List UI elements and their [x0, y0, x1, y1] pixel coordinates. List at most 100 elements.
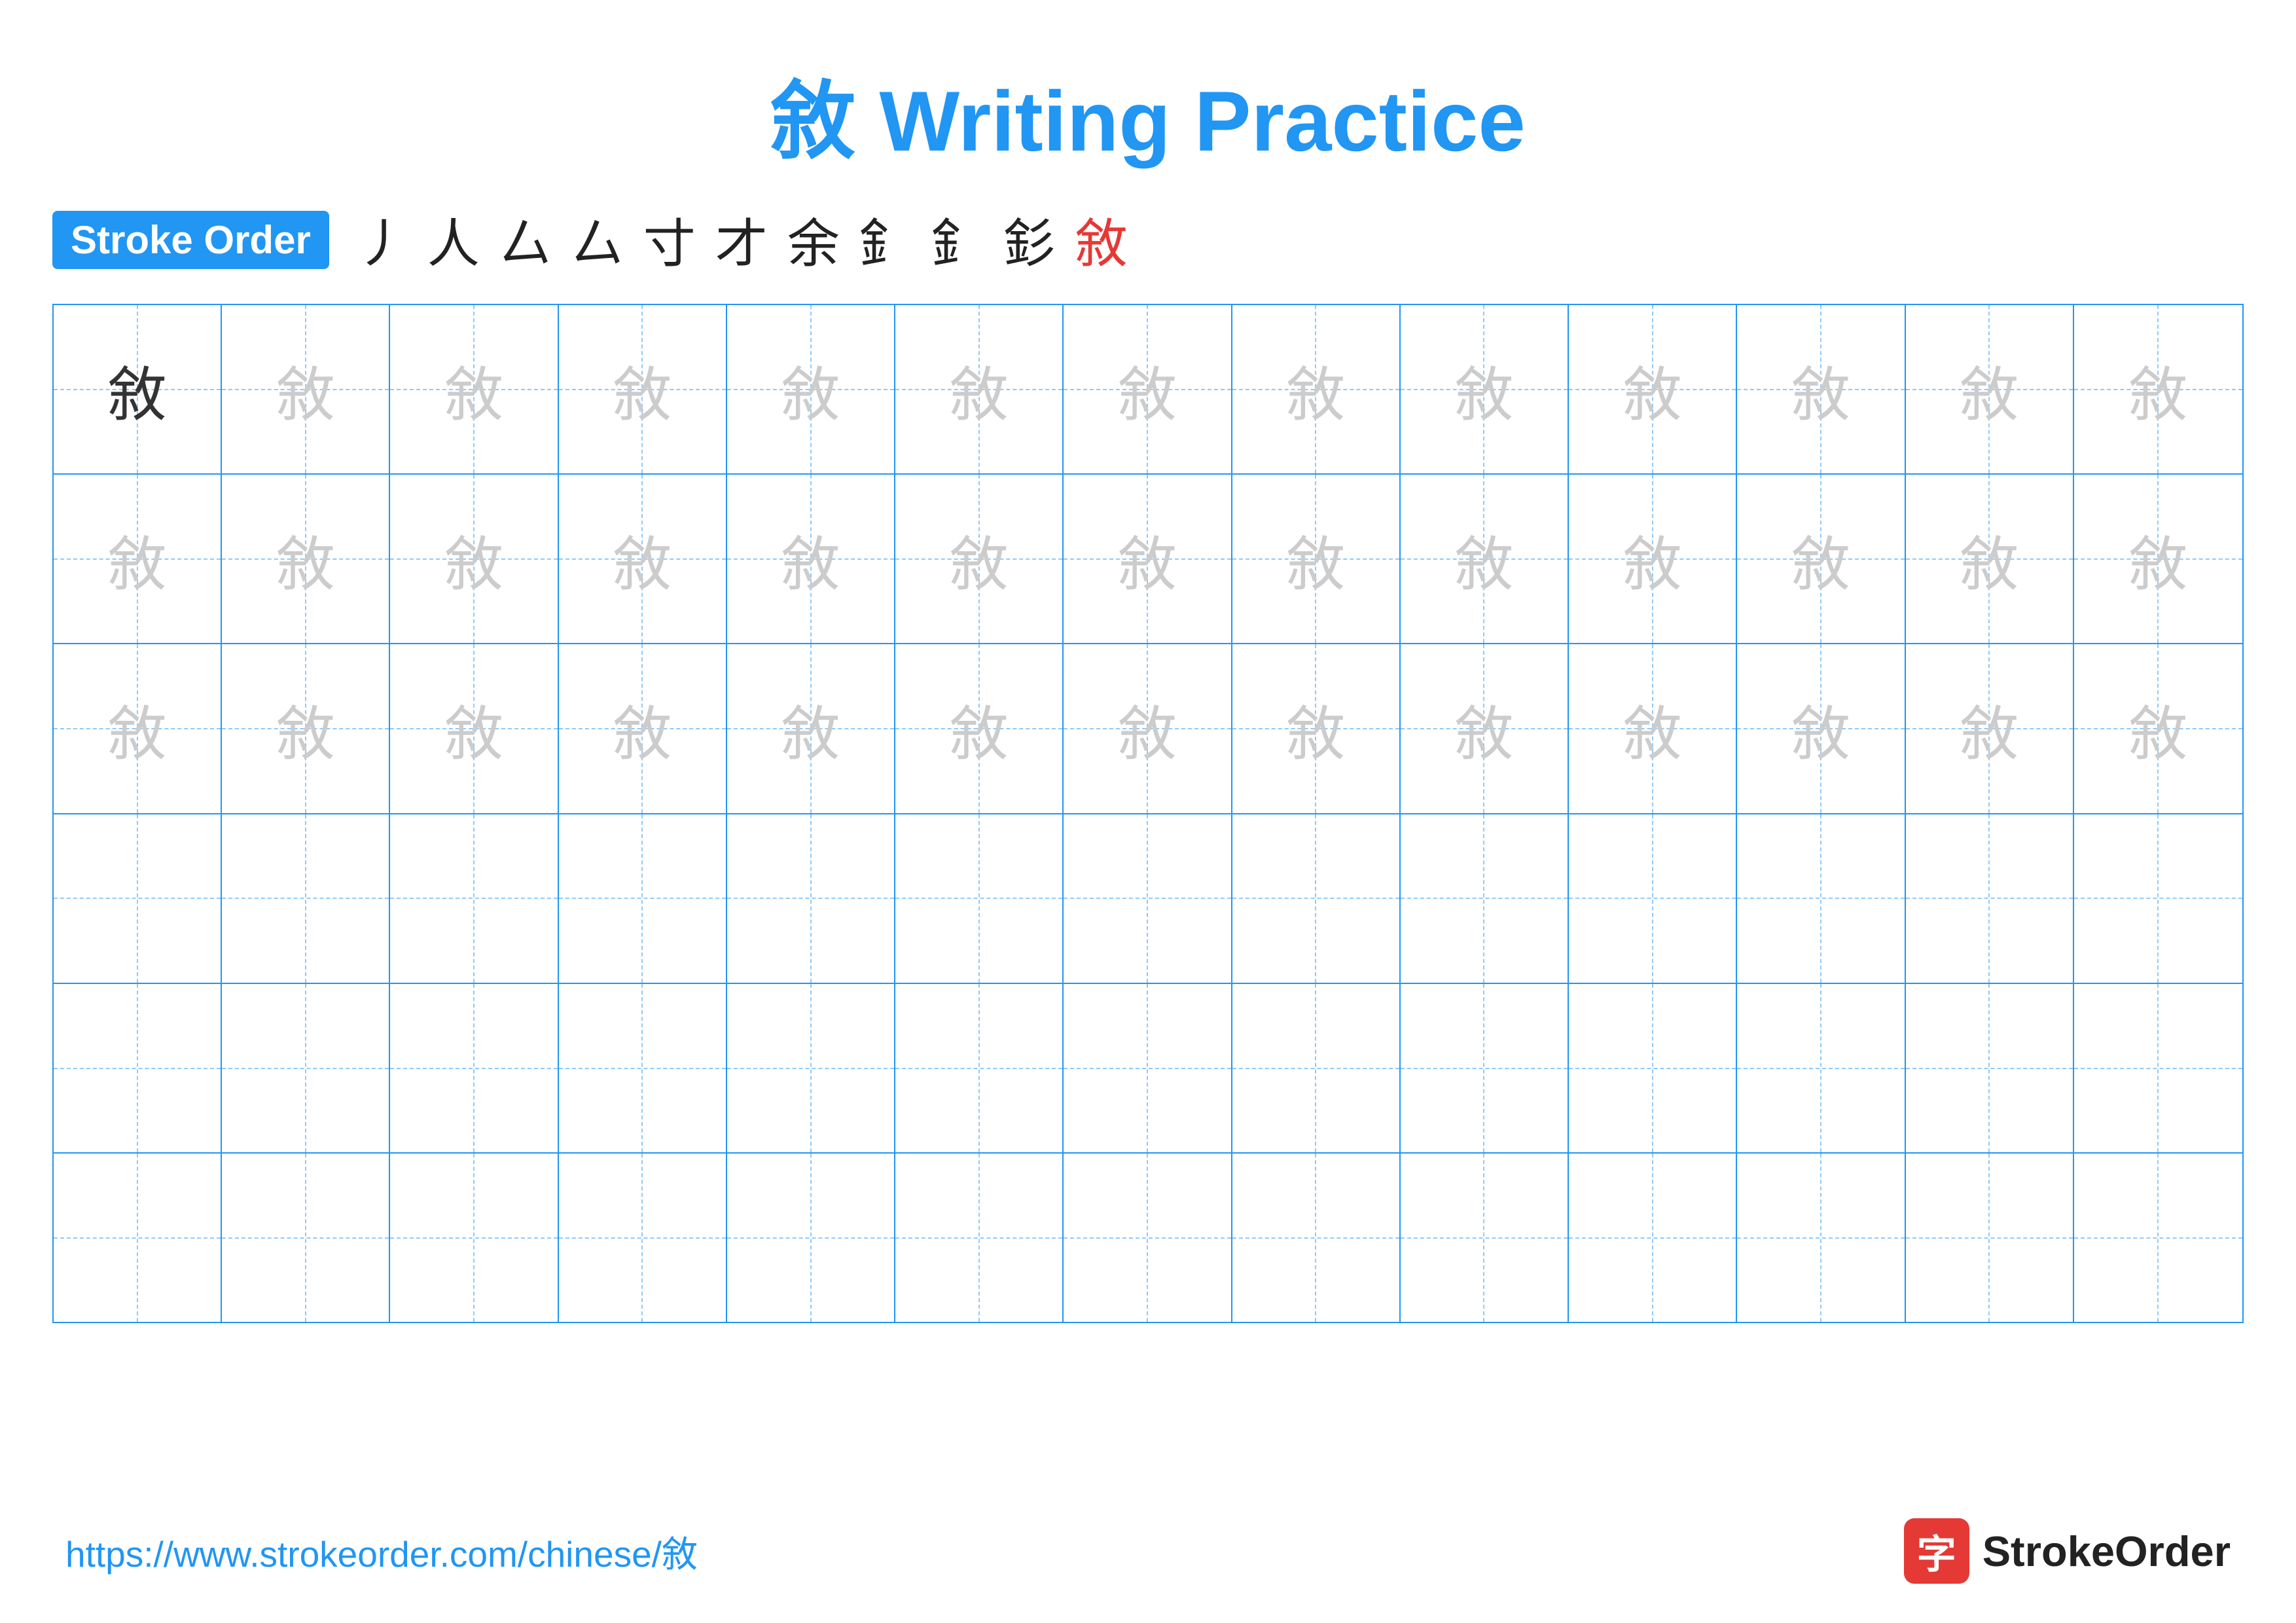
cell-3-4[interactable]: 敘 [559, 644, 727, 812]
char-display: 敘 [781, 686, 840, 771]
cell-4-7[interactable] [1064, 814, 1232, 983]
cell-1-11[interactable]: 敘 [1737, 305, 1905, 473]
writing-grid: 敘 敘 敘 敘 敘 敘 敘 敘 敘 敘 敘 敘 敘 敘 敘 敘 敘 敘 敘 敘 … [52, 304, 2244, 1323]
cell-4-9[interactable] [1401, 814, 1569, 983]
cell-6-10[interactable] [1569, 1154, 1737, 1322]
cell-3-13[interactable]: 敘 [2074, 644, 2242, 812]
cell-3-7[interactable]: 敘 [1064, 644, 1232, 812]
cell-3-9[interactable]: 敘 [1401, 644, 1569, 812]
cell-5-10[interactable] [1569, 984, 1737, 1152]
cell-5-7[interactable] [1064, 984, 1232, 1152]
cell-5-9[interactable] [1401, 984, 1569, 1152]
cell-6-1[interactable] [54, 1154, 222, 1322]
cell-4-2[interactable] [222, 814, 390, 983]
char-display: 敘 [950, 347, 1009, 432]
cell-1-12[interactable]: 敘 [1906, 305, 2074, 473]
grid-row-1: 敘 敘 敘 敘 敘 敘 敘 敘 敘 敘 敘 敘 敘 [54, 305, 2242, 475]
footer-url[interactable]: https://www.strokeorder.com/chinese/敘 [65, 1525, 698, 1577]
cell-2-6[interactable]: 敘 [895, 475, 1064, 643]
char-display: 敘 [1286, 517, 1345, 602]
cell-5-12[interactable] [1906, 984, 2074, 1152]
cell-3-2[interactable]: 敘 [222, 644, 390, 812]
cell-2-3[interactable]: 敘 [390, 475, 558, 643]
cell-4-8[interactable] [1232, 814, 1401, 983]
stroke-2: 人 [427, 202, 480, 278]
cell-5-1[interactable] [54, 984, 222, 1152]
cell-2-10[interactable]: 敘 [1569, 475, 1737, 643]
cell-3-1[interactable]: 敘 [54, 644, 222, 812]
cell-1-13[interactable]: 敘 [2074, 305, 2242, 473]
cell-4-6[interactable] [895, 814, 1064, 983]
char-display: 敘 [108, 517, 167, 602]
cell-1-5[interactable]: 敘 [727, 305, 895, 473]
char-display: 敘 [1454, 517, 1513, 602]
cell-4-5[interactable] [727, 814, 895, 983]
char-display: 敘 [444, 686, 503, 771]
stroke-final: 敘 [1075, 202, 1128, 278]
cell-2-9[interactable]: 敘 [1401, 475, 1569, 643]
cell-6-9[interactable] [1401, 1154, 1569, 1322]
cell-6-13[interactable] [2074, 1154, 2242, 1322]
cell-6-8[interactable] [1232, 1154, 1401, 1322]
cell-1-2[interactable]: 敘 [222, 305, 390, 473]
cell-4-13[interactable] [2074, 814, 2242, 983]
cell-3-8[interactable]: 敘 [1232, 644, 1401, 812]
cell-3-10[interactable]: 敘 [1569, 644, 1737, 812]
cell-2-7[interactable]: 敘 [1064, 475, 1232, 643]
cell-4-3[interactable] [390, 814, 558, 983]
cell-2-4[interactable]: 敘 [559, 475, 727, 643]
char-display: 敘 [1623, 686, 1682, 771]
cell-6-3[interactable] [390, 1154, 558, 1322]
cell-1-10[interactable]: 敘 [1569, 305, 1737, 473]
title-section: 敘 Writing Practice [0, 0, 2296, 202]
cell-4-12[interactable] [1906, 814, 2074, 983]
cell-4-1[interactable] [54, 814, 222, 983]
cell-6-7[interactable] [1064, 1154, 1232, 1322]
cell-4-4[interactable] [559, 814, 727, 983]
char-display: 敘 [1286, 347, 1345, 432]
cell-6-5[interactable] [727, 1154, 895, 1322]
cell-6-2[interactable] [222, 1154, 390, 1322]
char-display: 敘 [276, 347, 335, 432]
cell-5-4[interactable] [559, 984, 727, 1152]
char-display: 敘 [444, 347, 503, 432]
cell-4-10[interactable] [1569, 814, 1737, 983]
cell-2-13[interactable]: 敘 [2074, 475, 2242, 643]
cell-3-5[interactable]: 敘 [727, 644, 895, 812]
cell-5-13[interactable] [2074, 984, 2242, 1152]
cell-1-6[interactable]: 敘 [895, 305, 1064, 473]
cell-2-1[interactable]: 敘 [54, 475, 222, 643]
grid-row-2: 敘 敘 敘 敘 敘 敘 敘 敘 敘 敘 敘 敘 敘 [54, 475, 2242, 644]
cell-5-11[interactable] [1737, 984, 1905, 1152]
cell-3-12[interactable]: 敘 [1906, 644, 2074, 812]
cell-3-11[interactable]: 敘 [1737, 644, 1905, 812]
cell-5-6[interactable] [895, 984, 1064, 1152]
cell-6-11[interactable] [1737, 1154, 1905, 1322]
cell-5-5[interactable] [727, 984, 895, 1152]
char-display: 敘 [1623, 517, 1682, 602]
cell-3-3[interactable]: 敘 [390, 644, 558, 812]
cell-2-11[interactable]: 敘 [1737, 475, 1905, 643]
grid-row-5 [54, 984, 2242, 1154]
cell-1-8[interactable]: 敘 [1232, 305, 1401, 473]
cell-6-4[interactable] [559, 1154, 727, 1322]
cell-2-12[interactable]: 敘 [1906, 475, 2074, 643]
cell-6-12[interactable] [1906, 1154, 2074, 1322]
cell-1-9[interactable]: 敘 [1401, 305, 1569, 473]
grid-row-3: 敘 敘 敘 敘 敘 敘 敘 敘 敘 敘 敘 敘 敘 [54, 644, 2242, 814]
cell-3-6[interactable]: 敘 [895, 644, 1064, 812]
cell-6-6[interactable] [895, 1154, 1064, 1322]
cell-1-7[interactable]: 敘 [1064, 305, 1232, 473]
char-display: 敘 [1118, 686, 1177, 771]
cell-2-5[interactable]: 敘 [727, 475, 895, 643]
cell-5-2[interactable] [222, 984, 390, 1152]
cell-5-8[interactable] [1232, 984, 1401, 1152]
cell-1-4[interactable]: 敘 [559, 305, 727, 473]
cell-1-3[interactable]: 敘 [390, 305, 558, 473]
cell-5-3[interactable] [390, 984, 558, 1152]
cell-1-1[interactable]: 敘 [54, 305, 222, 473]
char-display: 敘 [276, 686, 335, 771]
cell-2-2[interactable]: 敘 [222, 475, 390, 643]
cell-2-8[interactable]: 敘 [1232, 475, 1401, 643]
cell-4-11[interactable] [1737, 814, 1905, 983]
